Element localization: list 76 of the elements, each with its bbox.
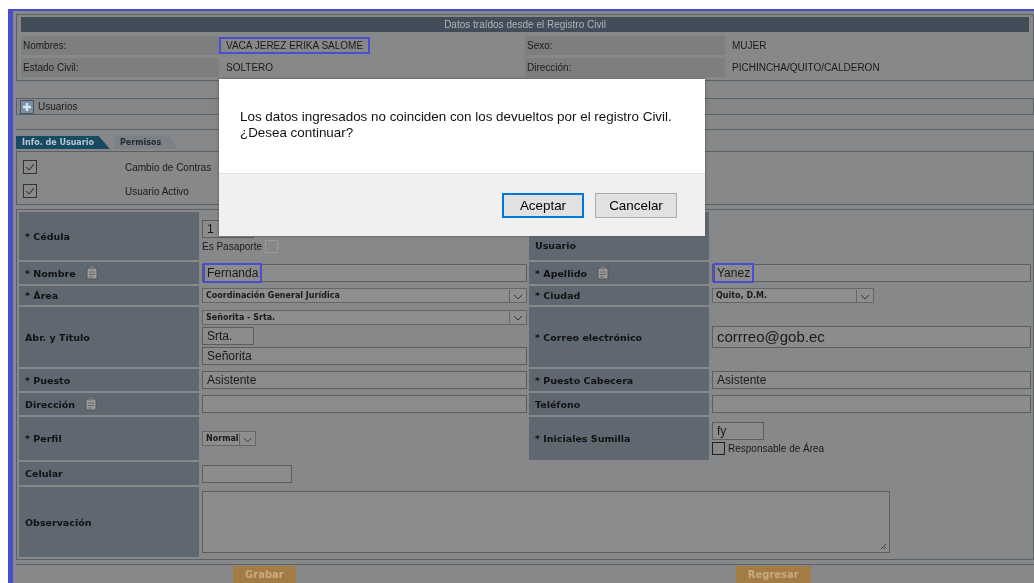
checkbox[interactable] (712, 442, 725, 455)
resize-grip-icon (879, 542, 887, 550)
input-field[interactable] (202, 464, 292, 483)
field-value: 1 (206, 220, 215, 238)
dialog-button[interactable]: Cancelar (595, 192, 677, 218)
section-header: Datos traídos desde el Registro Civil (21, 17, 1029, 32)
input-field[interactable] (712, 395, 1031, 413)
field-label: Observación (25, 516, 92, 528)
field-value: MUJER (731, 39, 768, 53)
checkmark-icon (24, 161, 36, 173)
field-label: Dirección (25, 398, 76, 410)
input-field[interactable]: corrreo@gob.ec (712, 326, 1031, 348)
checkbox[interactable] (23, 184, 37, 198)
checkmark-icon (24, 185, 36, 197)
tab[interactable]: Info. de Usuario (16, 136, 110, 149)
clipboard-icon[interactable] (85, 397, 98, 411)
field-label: * Iniciales Sumilla (535, 433, 631, 444)
input-field[interactable]: Srta. (202, 326, 254, 345)
input-field[interactable]: Asistente (202, 371, 527, 389)
tab[interactable]: Permisos (113, 136, 178, 149)
input-field[interactable]: fy (712, 422, 764, 440)
field-value: SOLTERO (225, 61, 275, 75)
field-value: Srta. (206, 327, 234, 345)
field-value: fy (716, 423, 728, 440)
field-label: * Apellido (535, 267, 587, 279)
field-value: Fernanda (203, 263, 263, 283)
field-value: VACA JEREZ ERIKA SALOME (219, 37, 371, 54)
field-label: Nombres: (21, 36, 219, 55)
dropdown-value: Coordinación General Jurídica (205, 291, 340, 300)
clipboard-icon[interactable] (85, 266, 98, 280)
checkbox[interactable] (23, 160, 37, 174)
dropdown[interactable]: Señorita - Srta. (202, 309, 527, 325)
field-value: PICHINCHA/QUITO/CALDERON (731, 61, 881, 75)
field-label: * Puesto (25, 374, 71, 386)
field-label: Dirección: (525, 58, 725, 77)
field-value: corrreo@gob.ec (716, 327, 826, 347)
dropdown[interactable]: Coordinación General Jurídica (202, 288, 527, 303)
dialog-button[interactable]: Aceptar (502, 192, 584, 218)
field-label: * Ciudad (535, 290, 581, 301)
field-label: * Puesto Cabecera (535, 374, 634, 386)
plus-icon[interactable] (20, 99, 34, 114)
field-value: Señorita (206, 347, 253, 365)
checkbox-label: Cambio de Contras (125, 161, 212, 173)
checkbox-label: Responsable de Área (728, 443, 825, 454)
input-field[interactable]: Señorita (202, 346, 527, 365)
dropdown[interactable]: Normal (202, 431, 256, 446)
field-label: * Correo electrónico (535, 331, 643, 343)
field-label: Celular (25, 468, 63, 479)
clipboard-icon[interactable] (596, 266, 609, 280)
field-value: Asistente (206, 372, 258, 389)
field-label: * Nombre (25, 267, 76, 279)
field-label: * Perfil (25, 433, 62, 444)
input-field[interactable] (202, 395, 527, 413)
field-value: Asistente (716, 372, 768, 389)
field-label: Usuario (535, 240, 576, 251)
checkbox-label: Usuario Activo (125, 185, 189, 197)
dropdown-value: Señorita - Srta. (205, 312, 276, 322)
dialog-message: Los datos ingresados no coinciden con los devueltos por el registro Civil. ¿Desea continuar? (239, 108, 673, 142)
field-label: * Área (25, 290, 59, 301)
dropdown-value: Normal (205, 434, 239, 443)
dropdown-value: Quito, D.M. (715, 291, 768, 300)
section-title: Usuarios (38, 101, 78, 112)
field-label: Teléfono (535, 398, 581, 410)
input-field[interactable]: Asistente (712, 371, 1031, 389)
field-label: Sexo: (525, 36, 725, 55)
text-area[interactable] (202, 491, 890, 553)
input-field[interactable]: Fernanda (202, 264, 527, 282)
caret-icon (238, 432, 255, 445)
input-field[interactable]: Yanez (712, 264, 1031, 282)
field-label: Abr. y Título (25, 331, 90, 343)
field-value: Yanez (713, 263, 755, 283)
checkbox[interactable] (265, 239, 279, 253)
checkbox-label: Es Pasaporte (202, 240, 263, 252)
field-label: Estado Civil: (21, 58, 219, 77)
dropdown[interactable]: Quito, D.M. (712, 288, 874, 303)
field-label: * Cédula (25, 230, 70, 242)
